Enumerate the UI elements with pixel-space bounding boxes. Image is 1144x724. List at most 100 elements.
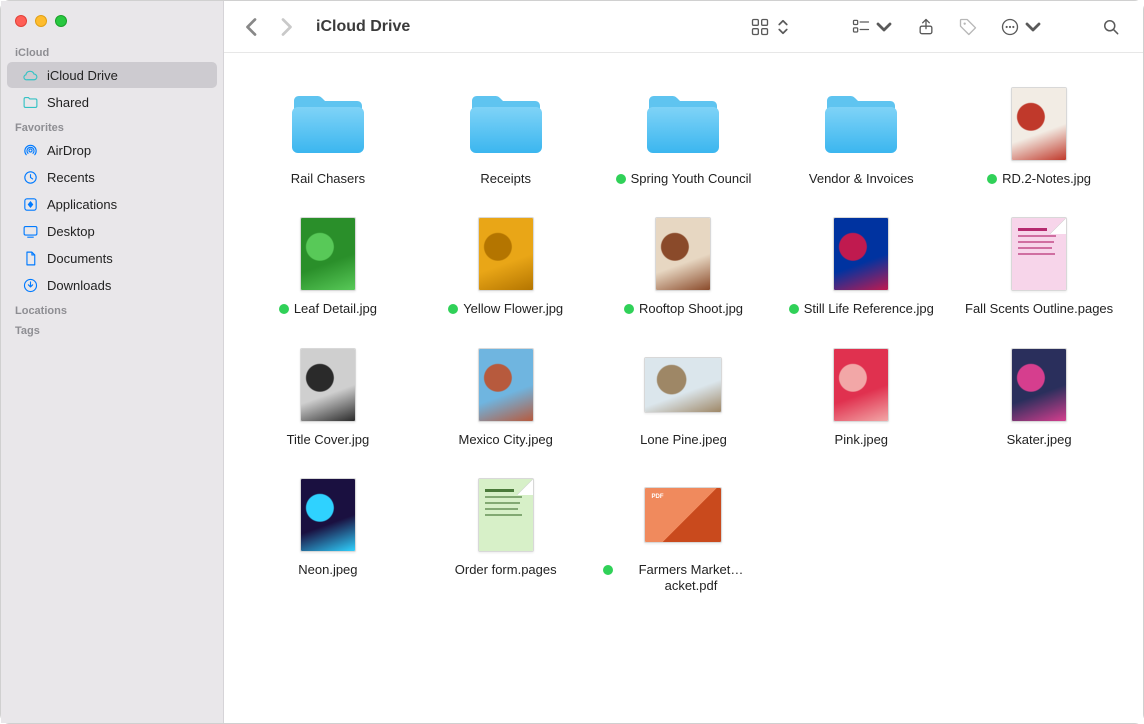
- toolbar: iCloud Drive: [224, 1, 1143, 53]
- sidebar-item-desktop[interactable]: Desktop: [7, 218, 217, 244]
- search-button[interactable]: [1095, 13, 1127, 41]
- file-item-fall-scents-outline-pages[interactable]: Fall Scents Outline.pages: [955, 213, 1123, 317]
- folder-icon: [465, 83, 547, 165]
- file-label-row: Order form.pages: [455, 562, 557, 578]
- file-name-label: Fall Scents Outline.pages: [965, 301, 1113, 317]
- file-label-row: Skater.jpeg: [1007, 432, 1072, 448]
- file-thumbnail: [300, 478, 356, 552]
- sidebar-item-label: AirDrop: [47, 143, 91, 158]
- file-thumbnail-wrap: [465, 474, 547, 556]
- forward-button[interactable]: [274, 13, 298, 41]
- file-name-label: Vendor & Invoices: [809, 171, 914, 187]
- file-label-row: Farmers Market…acket.pdf: [603, 562, 763, 595]
- file-name-label: Order form.pages: [455, 562, 557, 578]
- file-thumbnail-wrap: [998, 344, 1080, 426]
- file-name-label: Still Life Reference.jpg: [804, 301, 934, 317]
- sidebar-item-label: Applications: [47, 197, 117, 212]
- sidebar-item-documents[interactable]: Documents: [7, 245, 217, 271]
- file-item-farmers-market-acket-pdf[interactable]: PDF Farmers Market…acket.pdf: [600, 474, 768, 595]
- apps-icon: [21, 195, 39, 213]
- file-item-skater-jpeg[interactable]: Skater.jpeg: [955, 344, 1123, 448]
- airdrop-icon: [21, 141, 39, 159]
- file-name-label: Skater.jpeg: [1007, 432, 1072, 448]
- file-name-label: Leaf Detail.jpg: [294, 301, 377, 317]
- group-by-button[interactable]: [845, 13, 900, 41]
- file-label-row: Neon.jpeg: [298, 562, 357, 578]
- file-label-row: Receipts: [480, 171, 531, 187]
- folder-item-receipts[interactable]: Receipts: [422, 83, 590, 187]
- file-label-row: Yellow Flower.jpg: [448, 301, 563, 317]
- file-thumbnail-wrap: [287, 344, 369, 426]
- file-thumbnail-wrap: [998, 83, 1080, 165]
- file-item-leaf-detail-jpg[interactable]: Leaf Detail.jpg: [244, 213, 412, 317]
- file-thumbnail-wrap: [820, 344, 902, 426]
- tag-dot-green: [448, 304, 458, 314]
- file-item-mexico-city-jpeg[interactable]: Mexico City.jpeg: [422, 344, 590, 448]
- file-label-row: Pink.jpeg: [835, 432, 888, 448]
- file-name-label: Yellow Flower.jpg: [463, 301, 563, 317]
- file-thumbnail-wrap: [998, 213, 1080, 295]
- back-button[interactable]: [240, 13, 264, 41]
- file-item-title-cover-jpg[interactable]: Title Cover.jpg: [244, 344, 412, 448]
- share-icon: [916, 17, 936, 37]
- file-thumbnail: [478, 478, 534, 552]
- file-label-row: Rooftop Shoot.jpg: [624, 301, 743, 317]
- sidebar-item-shared[interactable]: Shared: [7, 89, 217, 115]
- sidebar-item-label: iCloud Drive: [47, 68, 118, 83]
- zoom-window-button[interactable]: [55, 15, 67, 27]
- main-panel: iCloud Drive Rail Chasers Receipts Spri: [224, 1, 1143, 723]
- file-thumbnail: [1011, 87, 1067, 161]
- search-icon: [1101, 17, 1121, 37]
- sidebar: iCloudiCloud DriveSharedFavoritesAirDrop…: [1, 1, 224, 723]
- file-label-row: Spring Youth Council: [616, 171, 752, 187]
- folder-item-rail-chasers[interactable]: Rail Chasers: [244, 83, 412, 187]
- sidebar-item-downloads[interactable]: Downloads: [7, 272, 217, 298]
- file-name-label: Farmers Market…acket.pdf: [618, 562, 763, 595]
- close-window-button[interactable]: [15, 15, 27, 27]
- sidebar-item-airdrop[interactable]: AirDrop: [7, 137, 217, 163]
- file-thumbnail: [833, 348, 889, 422]
- file-item-rooftop-shoot-jpg[interactable]: Rooftop Shoot.jpg: [600, 213, 768, 317]
- minimize-window-button[interactable]: [35, 15, 47, 27]
- file-thumbnail-wrap: PDF: [642, 474, 724, 556]
- file-item-still-life-reference-jpg[interactable]: Still Life Reference.jpg: [777, 213, 945, 317]
- file-label-row: Mexico City.jpeg: [458, 432, 552, 448]
- folder-item-vendor-invoices[interactable]: Vendor & Invoices: [777, 83, 945, 187]
- file-thumbnail-wrap: [642, 344, 724, 426]
- sidebar-item-recents[interactable]: Recents: [7, 164, 217, 190]
- sidebar-item-label: Documents: [47, 251, 113, 266]
- sidebar-item-icloud-drive[interactable]: iCloud Drive: [7, 62, 217, 88]
- file-name-label: Rooftop Shoot.jpg: [639, 301, 743, 317]
- more-icon: [1000, 17, 1020, 37]
- file-label-row: Vendor & Invoices: [809, 171, 914, 187]
- chevron-down-icon: [874, 17, 894, 37]
- sidebar-item-applications[interactable]: Applications: [7, 191, 217, 217]
- folder-item-spring-youth-council[interactable]: Spring Youth Council: [600, 83, 768, 187]
- file-grid-scroll[interactable]: Rail Chasers Receipts Spring Youth Counc…: [224, 53, 1143, 723]
- grid-icon: [750, 17, 770, 37]
- tag-dot-green: [624, 304, 634, 314]
- action-menu-button[interactable]: [994, 13, 1049, 41]
- file-name-label: Title Cover.jpg: [287, 432, 370, 448]
- tag-dot-green: [987, 174, 997, 184]
- file-name-label: Rail Chasers: [291, 171, 365, 187]
- tag-icon: [958, 17, 978, 37]
- file-item-pink-jpeg[interactable]: Pink.jpeg: [777, 344, 945, 448]
- file-item-lone-pine-jpeg[interactable]: Lone Pine.jpeg: [600, 344, 768, 448]
- cloud-icon: [21, 66, 39, 84]
- file-item-yellow-flower-jpg[interactable]: Yellow Flower.jpg: [422, 213, 590, 317]
- file-item-order-form-pages[interactable]: Order form.pages: [422, 474, 590, 595]
- file-name-label: Spring Youth Council: [631, 171, 752, 187]
- folder-shared-icon: [21, 93, 39, 111]
- file-item-rd-2-notes-jpg[interactable]: RD.2-Notes.jpg: [955, 83, 1123, 187]
- tag-dot-green: [279, 304, 289, 314]
- share-button[interactable]: [910, 13, 942, 41]
- location-title: iCloud Drive: [316, 18, 410, 36]
- sidebar-item-label: Downloads: [47, 278, 111, 293]
- file-item-neon-jpeg[interactable]: Neon.jpeg: [244, 474, 412, 595]
- file-thumbnail: [300, 348, 356, 422]
- clock-icon: [21, 168, 39, 186]
- tags-button[interactable]: [952, 13, 984, 41]
- view-mode-button[interactable]: [744, 13, 799, 41]
- file-thumbnail: [644, 357, 722, 413]
